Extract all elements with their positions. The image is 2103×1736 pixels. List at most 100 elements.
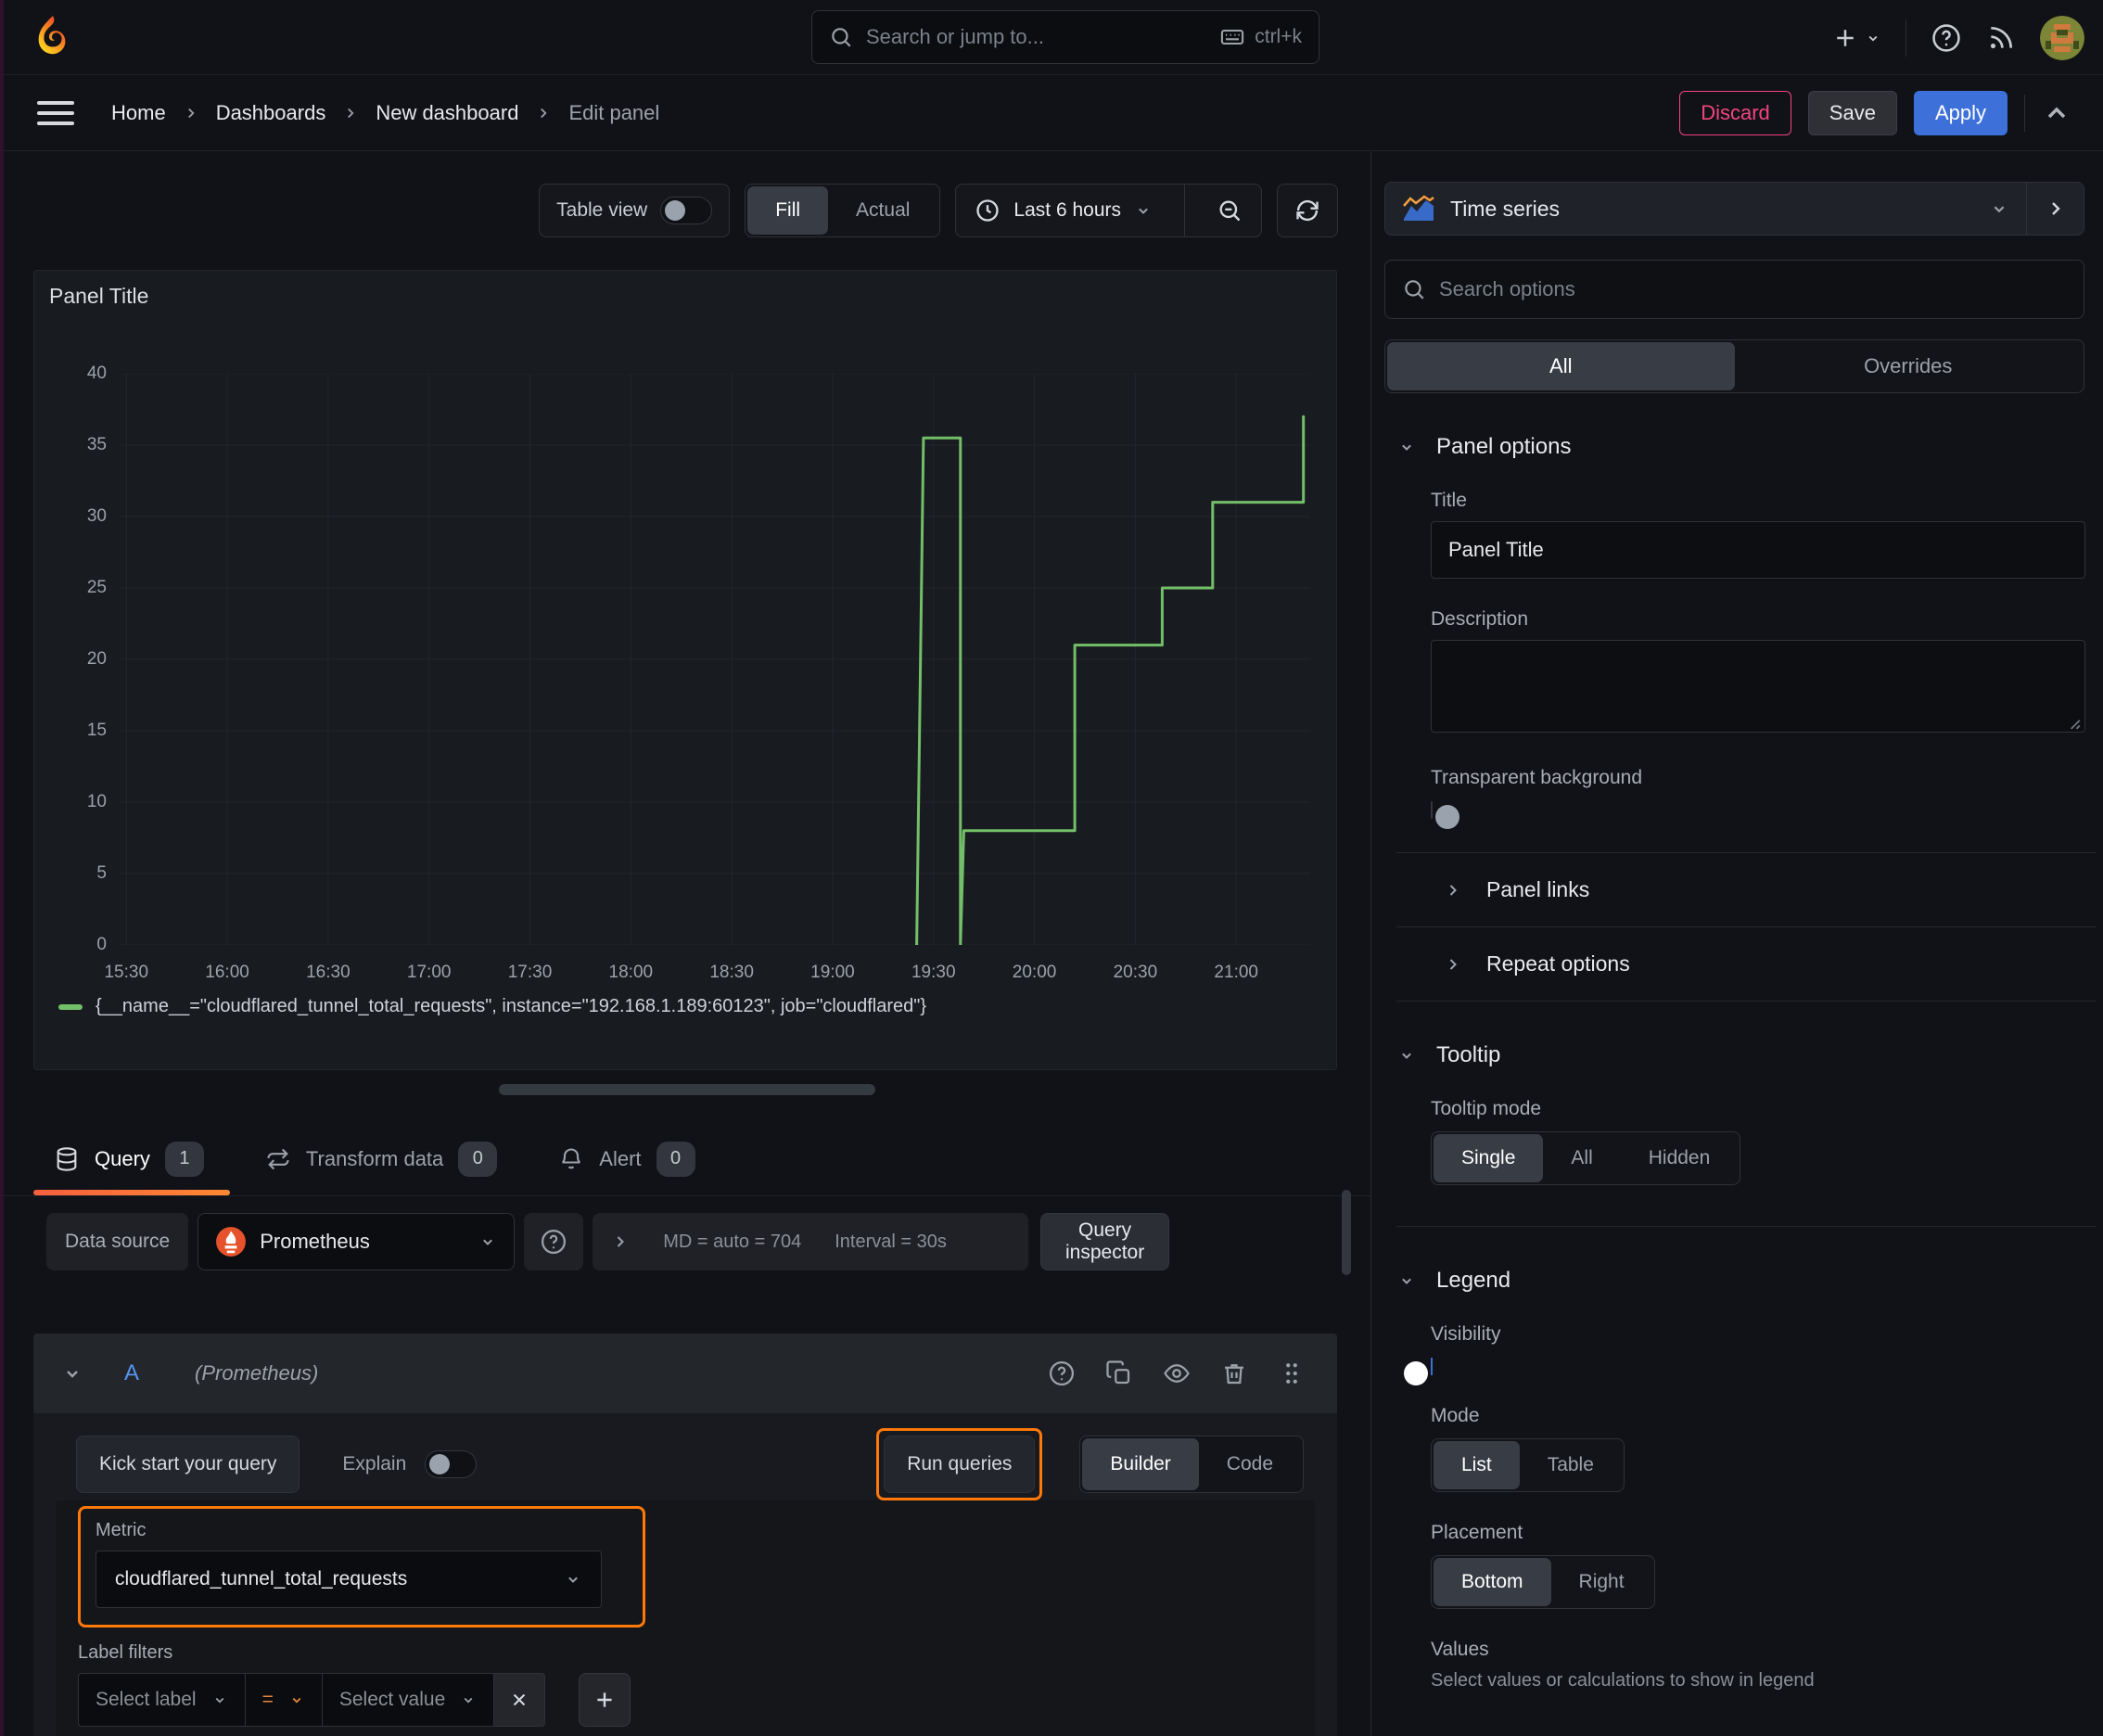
eye-icon[interactable]: [1163, 1359, 1191, 1387]
drag-handle-icon[interactable]: [1278, 1359, 1306, 1387]
datasource-picker[interactable]: Prometheus: [198, 1213, 516, 1270]
run-queries-button[interactable]: Run queries: [884, 1436, 1036, 1493]
remove-filter-button[interactable]: [493, 1673, 546, 1727]
legend-values-help: Select values or calculations to show in…: [1431, 1670, 1815, 1691]
table-view-toggle[interactable]: Table view: [539, 184, 731, 237]
transparent-background-switch[interactable]: [1431, 801, 1459, 829]
search-icon: [829, 25, 853, 49]
chevron-down-icon: [460, 1691, 477, 1708]
title-label: Title: [1431, 490, 1467, 511]
segment-option-code[interactable]: Code: [1199, 1438, 1301, 1490]
chevron-right-icon: [342, 105, 359, 121]
query-header-actions: [1048, 1359, 1306, 1387]
segment-option-right[interactable]: Right: [1551, 1558, 1652, 1606]
panel-resize-handle[interactable]: [499, 1084, 875, 1095]
label-filter-group: Select label = Select value: [78, 1673, 546, 1727]
help-icon[interactable]: [1931, 22, 1962, 54]
tab-transform-data[interactable]: Transform data 0: [265, 1122, 498, 1195]
section-panel-options[interactable]: Panel options: [1397, 434, 2084, 460]
segment-option-table[interactable]: Table: [1520, 1441, 1622, 1489]
breadcrumb-edit-panel: Edit panel: [568, 100, 660, 124]
panel-title-input[interactable]: [1431, 521, 2085, 579]
select-value-dropdown[interactable]: Select value: [321, 1673, 495, 1727]
segment-option-builder[interactable]: Builder: [1082, 1438, 1199, 1490]
divider: [1396, 852, 2097, 853]
segment-option-all[interactable]: All: [1387, 342, 1735, 390]
collapse-options-button[interactable]: [2027, 182, 2084, 236]
section-legend[interactable]: Legend: [1397, 1268, 2084, 1294]
y-tick-label: 25: [86, 578, 107, 597]
question-circle-icon: [540, 1228, 567, 1256]
news-icon[interactable]: [1986, 23, 2016, 53]
x-tick-label: 16:00: [205, 963, 249, 982]
grafana-logo-icon[interactable]: [32, 14, 74, 60]
operator-dropdown[interactable]: =: [244, 1673, 323, 1727]
datasource-help-button[interactable]: [524, 1213, 584, 1270]
explain-label: Explain: [342, 1453, 407, 1474]
x-tick-label: 15:30: [104, 963, 149, 982]
segment-option-all[interactable]: All: [1543, 1134, 1620, 1182]
segment-option-bottom[interactable]: Bottom: [1434, 1558, 1551, 1606]
options-tabs: All Overrides: [1384, 339, 2084, 393]
segment-option-list[interactable]: List: [1434, 1441, 1520, 1489]
zoom-out-button[interactable]: [1198, 185, 1261, 236]
tab-query[interactable]: Query 1: [33, 1122, 230, 1195]
tab-alert[interactable]: Alert 0: [558, 1122, 695, 1195]
chevron-down-icon[interactable]: [61, 1362, 83, 1385]
query-builder: Metric cloudflared_tunnel_total_requests…: [56, 1500, 1315, 1736]
time-range-picker: Last 6 hours: [955, 184, 1262, 237]
breadcrumb-dashboards[interactable]: Dashboards: [216, 101, 326, 125]
chevron-up-icon[interactable]: [2042, 98, 2071, 128]
chevron-down-icon: [288, 1691, 305, 1708]
run-queries-highlight: Run queries: [876, 1428, 1043, 1500]
discard-button[interactable]: Discard: [1679, 90, 1791, 135]
breadcrumb-home[interactable]: Home: [111, 101, 166, 125]
select-label-dropdown[interactable]: Select label: [78, 1673, 246, 1727]
segment-option-hidden[interactable]: Hidden: [1621, 1134, 1739, 1182]
label-filters-label: Label filters: [78, 1642, 173, 1663]
chevron-right-icon[interactable]: [611, 1232, 630, 1251]
description-textarea[interactable]: [1431, 640, 2085, 733]
scrollbar-thumb[interactable]: [1342, 1190, 1351, 1275]
visualization-select[interactable]: Time series: [1384, 182, 2027, 236]
duplicate-icon[interactable]: [1105, 1359, 1133, 1387]
plot-area[interactable]: [120, 374, 1310, 945]
chevron-right-icon: [1444, 955, 1462, 974]
table-view-switch[interactable]: [660, 197, 713, 224]
avatar[interactable]: [2040, 15, 2084, 60]
global-search[interactable]: ctrl+k: [811, 10, 1319, 64]
query-ref-id[interactable]: A: [124, 1360, 139, 1386]
save-button[interactable]: Save: [1807, 90, 1897, 135]
options-search[interactable]: [1384, 260, 2084, 319]
visualization-picker: Time series: [1384, 182, 2084, 236]
legend-visibility-switch[interactable]: [1404, 1358, 1433, 1385]
apply-button[interactable]: Apply: [1913, 90, 2007, 135]
query-inspector-button[interactable]: Query inspector: [1040, 1213, 1170, 1270]
breadcrumb-new-dashboard[interactable]: New dashboard: [376, 101, 518, 125]
trash-icon[interactable]: [1220, 1359, 1248, 1387]
segment-option-fill[interactable]: Fill: [747, 186, 829, 235]
refresh-button[interactable]: [1277, 184, 1338, 237]
search-input[interactable]: [866, 25, 1207, 49]
metric-select[interactable]: cloudflared_tunnel_total_requests: [96, 1551, 602, 1608]
legend-series-label[interactable]: {__name__="cloudflared_tunnel_total_requ…: [96, 996, 926, 1017]
add-filter-button[interactable]: [579, 1673, 631, 1727]
menu-icon[interactable]: [37, 100, 74, 125]
repeat-options-section[interactable]: Repeat options: [1444, 951, 2084, 976]
legend-series-marker[interactable]: [58, 1003, 83, 1010]
database-icon: [54, 1146, 80, 1172]
segment-option-actual[interactable]: Actual: [828, 186, 937, 235]
query-header[interactable]: A (Prometheus): [33, 1334, 1337, 1413]
divider: [1396, 1226, 2097, 1227]
explain-switch[interactable]: [425, 1450, 478, 1478]
time-range-button[interactable]: Last 6 hours: [956, 185, 1171, 236]
section-tooltip[interactable]: Tooltip: [1397, 1042, 2084, 1068]
segment-option-overrides[interactable]: Overrides: [1735, 342, 2083, 390]
kick-start-button[interactable]: Kick start your query: [76, 1436, 300, 1493]
dashboard-panel[interactable]: Panel Title 0 5 10 15 20 25 30 35 40 15:30 16:00 1…: [33, 270, 1337, 1070]
add-new-button[interactable]: [1831, 24, 1881, 52]
panel-links-section[interactable]: Panel links: [1444, 877, 2084, 902]
question-circle-icon[interactable]: [1048, 1359, 1076, 1387]
segment-option-single[interactable]: Single: [1434, 1134, 1544, 1182]
options-search-input[interactable]: [1439, 277, 2067, 301]
